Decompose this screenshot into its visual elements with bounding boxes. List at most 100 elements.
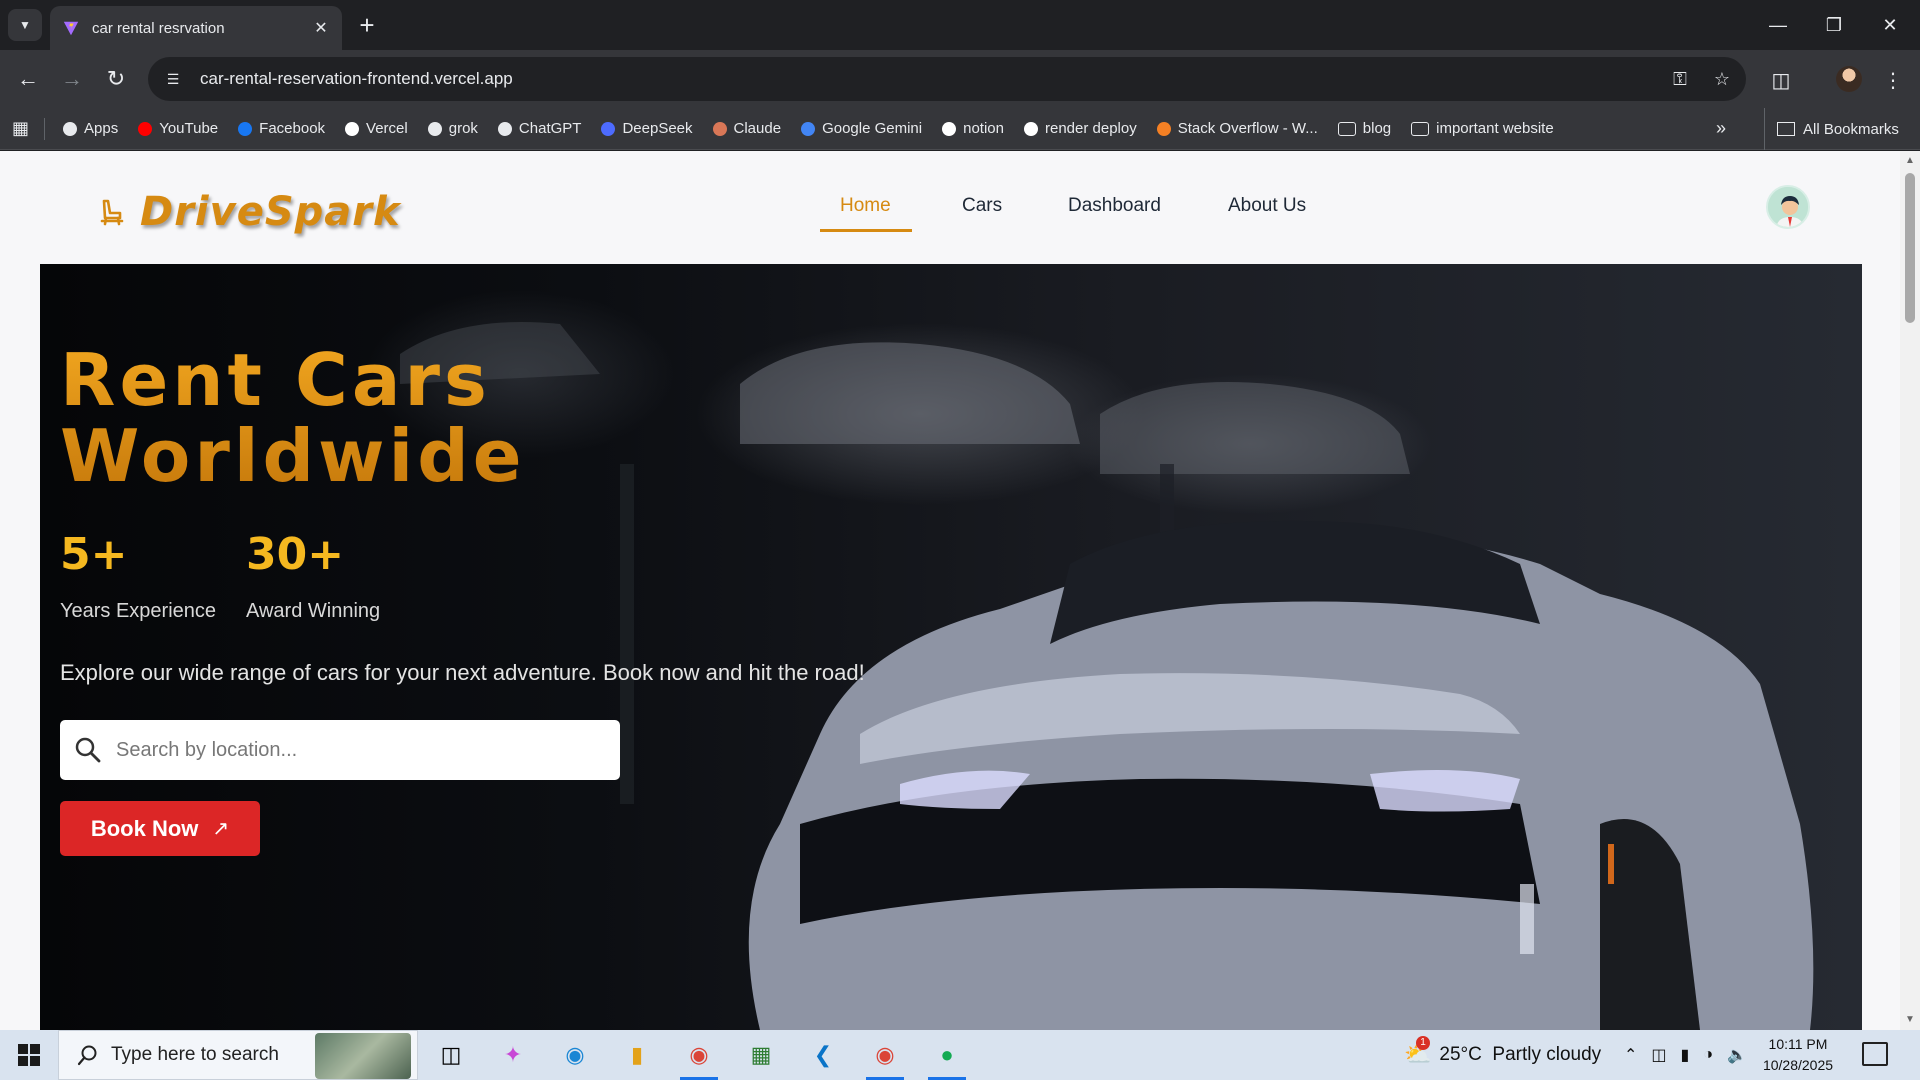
nav-home[interactable]: Home	[840, 195, 891, 217]
stackoverflow-icon	[1156, 121, 1171, 136]
bookmark-label: ChatGPT	[518, 120, 582, 137]
bookmark-item[interactable]: YouTube	[138, 120, 218, 137]
browser-toolbar: ← → ↻ ☰ car-rental-reservation-frontend.…	[0, 50, 1920, 108]
page-scrollbar[interactable]: ▲ ▼	[1900, 151, 1920, 1030]
bookmark-item[interactable]: grok	[427, 120, 478, 137]
stat-label: Years Experience	[60, 600, 217, 622]
hero-title: Rent Cars Worldwide	[60, 342, 526, 494]
edge-icon[interactable]: ◉	[550, 1035, 600, 1075]
weather-text: 25°C Partly cloudy	[1439, 1044, 1602, 1065]
apps-grid-icon	[63, 121, 77, 136]
nav-active-underline	[820, 229, 912, 232]
bookmark-label: notion	[963, 120, 1004, 137]
bookmark-item[interactable]: Apps	[63, 120, 118, 137]
window-close-button[interactable]: ✕	[1862, 0, 1918, 50]
nav-cars[interactable]: Cars	[962, 195, 1002, 217]
minimize-button[interactable]: —	[1750, 0, 1806, 50]
back-arrow-icon[interactable]: ←	[12, 63, 44, 95]
bookmark-item[interactable]: Facebook	[238, 120, 325, 137]
hero-title-line-2: Worldwide	[60, 414, 526, 498]
bookmark-label: DeepSeek	[622, 120, 693, 137]
tab-close-icon[interactable]: ✕	[312, 18, 330, 38]
reload-icon[interactable]: ↻	[100, 63, 132, 95]
page-viewport: DriveSpark Home Cars Dashboard About Us	[0, 151, 1900, 1030]
location-search-box[interactable]	[60, 720, 620, 780]
notification-center-icon[interactable]	[1862, 1042, 1888, 1066]
site-header: DriveSpark Home Cars Dashboard About Us	[0, 151, 1900, 263]
facebook-icon	[238, 121, 253, 136]
new-tab-button[interactable]: +	[352, 10, 382, 40]
file-explorer-icon[interactable]: ▮	[612, 1035, 662, 1075]
browser-profile-avatar[interactable]	[1836, 66, 1862, 92]
address-bar[interactable]: ☰ car-rental-reservation-frontend.vercel…	[148, 57, 1746, 101]
notion-icon	[942, 121, 957, 136]
taskbar-search[interactable]: Type here to search	[58, 1030, 418, 1080]
bookmark-item[interactable]: render deploy	[1024, 120, 1137, 137]
task-view-icon[interactable]: ◫	[426, 1035, 476, 1075]
user-avatar[interactable]	[1766, 185, 1810, 229]
chrome-icon[interactable]: ◉	[674, 1035, 724, 1080]
bookmark-item[interactable]: blog	[1337, 120, 1391, 137]
all-bookmarks-button[interactable]: All Bookmarks	[1764, 108, 1899, 150]
folder-icon	[1411, 121, 1430, 136]
bookmark-item[interactable]: Stack Overflow - W...	[1156, 120, 1318, 137]
bookmark-item[interactable]: ChatGPT	[497, 120, 582, 137]
system-tray: ⌃ ◫ ▮ ◑ 🔈	[1624, 1030, 1747, 1080]
bookmark-item[interactable]: DeepSeek	[601, 120, 693, 137]
book-now-button[interactable]: Book Now ↗	[60, 801, 260, 856]
bookmark-star-icon[interactable]: ☆	[1704, 61, 1740, 97]
scroll-down-arrow-icon[interactable]: ▼	[1904, 1014, 1916, 1026]
extensions-icon[interactable]: ◫	[1764, 63, 1798, 97]
folder-icon	[1337, 121, 1356, 136]
tab-title: car rental resrvation	[92, 19, 225, 37]
grok-icon	[427, 121, 442, 136]
bookmark-item[interactable]: Vercel	[345, 120, 408, 137]
bookmark-label: grok	[448, 120, 478, 137]
search-icon	[75, 737, 101, 763]
tray-overflow-chevron-icon[interactable]: ⌃	[1624, 1045, 1637, 1065]
bookmark-item[interactable]: important website	[1411, 120, 1554, 137]
location-search-input[interactable]	[116, 738, 576, 762]
browser-tab-active[interactable]: car rental resrvation ✕	[50, 6, 342, 50]
claude-icon	[712, 121, 727, 136]
more-bookmarks-icon[interactable]: »	[1716, 118, 1726, 139]
chatgpt-icon	[497, 121, 512, 136]
bookmark-item[interactable]: Google Gemini	[801, 120, 922, 137]
vscode-icon[interactable]: ❮	[798, 1035, 848, 1075]
folder-icon	[1777, 122, 1795, 136]
image-app-icon[interactable]: ▦	[736, 1035, 786, 1075]
scroll-up-arrow-icon[interactable]: ▲	[1904, 155, 1916, 167]
hero-title-line-1: Rent Cars	[60, 338, 491, 422]
taskbar-search-placeholder: Type here to search	[111, 1044, 279, 1065]
bookmark-label: YouTube	[159, 120, 219, 137]
start-button[interactable]	[0, 1030, 58, 1080]
stat-value: 5+	[60, 529, 128, 580]
bookmark-item[interactable]: Claude	[712, 120, 781, 137]
restore-button[interactable]: ❐	[1806, 0, 1862, 50]
taskbar-clock[interactable]: 10:11 PM 10/28/2025	[1738, 1034, 1858, 1076]
bookmarks-list: Apps YouTube Facebook Vercel grok ChatGPT Deep…	[63, 120, 1574, 137]
bookmark-label: Vercel	[366, 120, 408, 137]
mongodb-compass-icon[interactable]: ●	[922, 1035, 972, 1080]
scrollbar-thumb[interactable]	[1905, 173, 1915, 323]
nav-dashboard[interactable]: Dashboard	[1068, 195, 1161, 217]
password-key-icon[interactable]: ⚿	[1662, 61, 1698, 97]
forward-arrow-icon[interactable]: →	[56, 63, 88, 95]
side-panel-grid-icon[interactable]: ▦	[12, 118, 36, 139]
meet-now-icon[interactable]: ◫	[1651, 1045, 1666, 1065]
wifi-icon[interactable]: ◑	[1703, 1046, 1713, 1064]
brand-logo[interactable]: DriveSpark	[96, 189, 401, 235]
tab-search-button[interactable]: ▼	[8, 9, 42, 41]
chrome-profile-icon[interactable]: ◉	[860, 1035, 910, 1080]
site-settings-icon[interactable]: ☰	[162, 68, 184, 90]
url-text[interactable]: car-rental-reservation-frontend.vercel.a…	[200, 69, 1662, 89]
battery-icon[interactable]: ▮	[1681, 1045, 1690, 1065]
bookmark-item[interactable]: notion	[942, 120, 1004, 137]
browser-menu-icon[interactable]: ⋮	[1876, 63, 1910, 97]
clock-date: 10/28/2025	[1762, 1057, 1834, 1073]
windows-taskbar: Type here to search ◫ ✦ ◉ ▮ ◉ ▦ ❮ ◉ ● ⛅ …	[0, 1030, 1920, 1080]
copilot-icon[interactable]: ✦	[488, 1035, 538, 1075]
nav-about-us[interactable]: About Us	[1228, 195, 1306, 217]
weather-widget[interactable]: ⛅ 1 25°C Partly cloudy	[1404, 1030, 1601, 1080]
render-icon	[1024, 121, 1038, 136]
